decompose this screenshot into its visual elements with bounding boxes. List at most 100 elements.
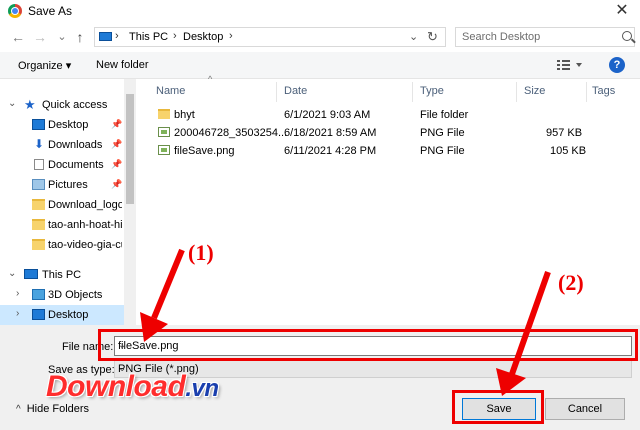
column-divider[interactable] [516,82,517,102]
hide-folders-toggle[interactable]: ^ Hide Folders [16,403,89,415]
sidebar-item-label: Desktop [48,309,89,321]
column-divider[interactable] [586,82,587,102]
sidebar-item-download-logo[interactable]: Download_logo [0,195,124,215]
file-type: PNG File [420,145,465,157]
search-icon-wrap [616,28,634,46]
star-icon: ★ [24,97,36,112]
search-box[interactable]: Search Desktop [455,27,635,47]
sidebar-scrollbar-thumb[interactable] [126,94,134,204]
file-row[interactable]: 200046728_3503254... 6/18/2021 8:59 AM P… [150,124,630,142]
sidebar-item-3d-objects[interactable]: › 3D Objects [0,285,124,305]
breadcrumb-this-pc[interactable]: This PC [129,31,168,43]
sidebar-item-desktop[interactable]: Desktop 📌 [0,115,124,135]
refresh-icon[interactable]: ↻ [427,29,438,45]
folder-icon [158,109,170,119]
file-date: 6/18/2021 8:59 AM [284,127,377,139]
search-icon [622,31,632,41]
column-header-row: Name Date Type Size Tags [148,82,640,102]
address-dropdown-icon[interactable]: ⌄ [409,30,418,43]
collapsed-chevron-icon[interactable]: › [16,308,19,319]
file-row[interactable]: bhyt 6/1/2021 9:03 AM File folder [150,106,630,124]
png-image-icon [158,145,170,155]
sidebar-item-label: Download_logo [48,199,122,211]
file-date: 6/1/2021 9:03 AM [284,109,371,121]
expanded-chevron-icon[interactable]: ⌄ [8,268,16,279]
document-icon [34,159,44,170]
file-name: 200046728_3503254... [174,127,288,139]
folder-icon [32,239,45,250]
file-type: File folder [420,109,469,121]
search-input[interactable]: Search Desktop [462,31,540,43]
sidebar-item-pc-desktop[interactable]: › Desktop [0,305,124,325]
desktop-icon [32,119,45,130]
recent-locations-chevron-icon[interactable]: ⌄ [54,28,70,46]
highlight-box-save [452,390,544,424]
pin-icon: 📌 [111,159,123,169]
callout-step-2: (2) [558,270,584,295]
sidebar-item-documents[interactable]: Documents 📌 [0,155,124,175]
breadcrumb-separator[interactable]: › [115,30,119,42]
file-type: PNG File [420,127,465,139]
arrow-1-shaft [151,248,185,320]
hide-folders-label[interactable]: Hide Folders [27,403,89,415]
up-arrow-icon[interactable]: ↑ [72,28,88,46]
sidebar-item-label: This PC [42,269,82,281]
file-row[interactable]: fileSave.png 6/11/2021 4:28 PM PNG File … [150,142,630,160]
collapse-chevron-icon[interactable]: ^ [16,404,21,415]
watermark-main-text: Download [46,370,186,403]
forward-arrow-icon[interactable]: → [32,28,48,46]
download-arrow-icon: ⬇ [34,137,45,151]
file-name: fileSave.png [174,145,235,157]
pin-icon: 📌 [111,119,123,129]
column-header-name[interactable]: Name [156,85,185,97]
file-date: 6/11/2021 4:28 PM [284,145,377,157]
sidebar-item-label: tao-anh-hoat-hi [48,219,122,231]
png-image-icon [158,127,170,137]
column-header-date[interactable]: Date [284,85,307,97]
address-bar[interactable]: › This PC › Desktop › ⌄ ↻ [94,27,446,47]
column-header-size[interactable]: Size [524,85,545,97]
highlight-box-file-name [98,329,638,361]
view-options-button[interactable] [556,58,584,72]
this-pc-icon [24,269,38,279]
sidebar-item-tao-anh-hoat-hi[interactable]: tao-anh-hoat-hi [0,215,124,235]
file-name: bhyt [174,109,195,121]
breadcrumb-separator[interactable]: › [229,30,233,42]
chrome-app-icon [8,4,22,18]
navigation-pane: ⌄ ★ Quick access Desktop 📌 ⬇ Downloads 📌… [0,79,136,325]
cancel-button[interactable]: Cancel [545,398,625,420]
download-vn-watermark: Download.vn [46,370,219,404]
column-divider[interactable] [412,82,413,102]
organize-menu-button[interactable]: Organize ▾ [18,59,71,72]
folder-icon [32,199,45,210]
column-header-tags[interactable]: Tags [592,85,615,97]
sidebar-item-downloads[interactable]: ⬇ Downloads 📌 [0,135,124,155]
sidebar-item-this-pc[interactable]: ⌄ This PC [0,265,124,285]
breadcrumb-separator[interactable]: › [173,30,177,42]
breadcrumb-desktop[interactable]: Desktop [183,31,223,43]
pin-icon: 📌 [111,139,123,149]
desktop-icon [32,309,45,320]
sidebar-item-label: Quick access [42,99,108,111]
column-divider[interactable] [276,82,277,102]
sidebar-item-quick-access[interactable]: ⌄ ★ Quick access [0,95,124,115]
close-button[interactable]: ✕ [608,1,636,21]
sidebar-item-tao-video-gia-cu[interactable]: tao-video-gia-cu [0,235,124,255]
file-size: 957 KB [546,127,583,139]
details-view-icon [557,60,582,70]
pictures-icon [32,179,45,190]
collapsed-chevron-icon[interactable]: › [16,288,19,299]
expanded-chevron-icon[interactable]: ⌄ [8,98,16,109]
command-toolbar: Organize ▾ New folder ? [0,52,640,79]
sidebar-item-label: 3D Objects [48,289,103,301]
help-icon[interactable]: ? [609,57,625,73]
file-size: 105 KB [550,145,587,157]
new-folder-button[interactable]: New folder [96,59,149,71]
3d-objects-icon [32,289,45,300]
sidebar-item-pictures[interactable]: Pictures 📌 [0,175,124,195]
back-arrow-icon[interactable]: ← [10,28,26,46]
pc-monitor-icon [99,32,112,41]
column-header-type[interactable]: Type [420,85,444,97]
callout-step-1: (1) [188,240,214,265]
folder-icon [32,219,45,230]
